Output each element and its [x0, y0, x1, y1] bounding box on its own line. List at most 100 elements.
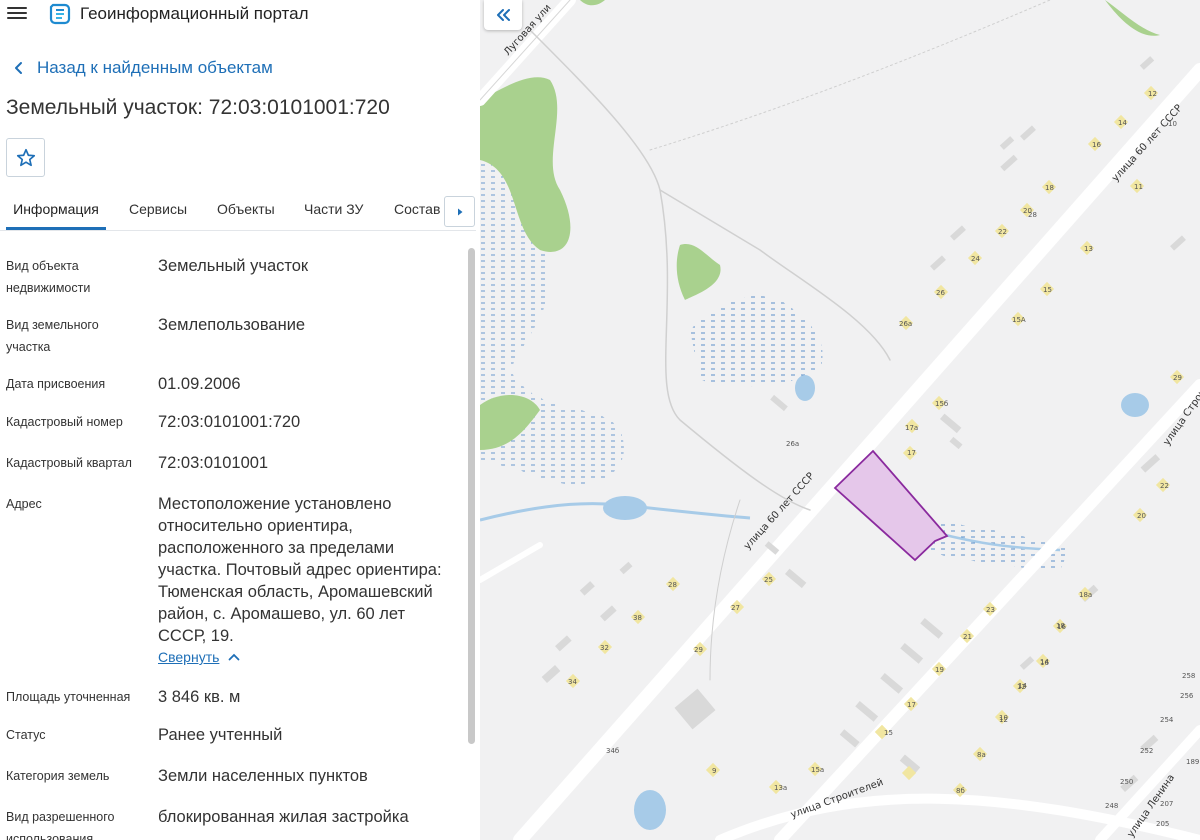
address-value: Местоположение установлено относительно … — [158, 495, 442, 645]
detail-label: Вид земельного участка — [6, 318, 99, 354]
detail-value: 3 846 кв. м — [158, 688, 241, 706]
pond — [795, 375, 815, 401]
detail-label: Вид разрешенного использования — [6, 810, 115, 840]
house-number: 8а — [977, 751, 986, 759]
buildings — [541, 56, 1186, 792]
object-title: Земельный участок: 72:03:0101001:720 — [6, 96, 390, 119]
house-number: 22 — [998, 228, 1007, 236]
house-number: 256 — [1180, 692, 1194, 700]
map-canvas[interactable]: 12 14 16 18 20 22 24 26 26а 28 13 15 15А… — [480, 0, 1200, 840]
house-number: 14 — [1018, 682, 1027, 690]
house-number: 18 — [1056, 622, 1065, 630]
hamburger-menu-icon[interactable] — [7, 5, 28, 21]
house-number: 34 — [568, 678, 577, 686]
house-number: 26а — [899, 320, 912, 328]
house-number: 9 — [712, 767, 716, 775]
detail-value: 72:03:0101001:720 — [158, 413, 301, 431]
house-number: 25 — [764, 576, 773, 584]
house-number: 16 — [1092, 141, 1101, 149]
tab-parts[interactable]: Части ЗУ — [304, 190, 363, 230]
house-number: 24 — [971, 255, 980, 263]
detail-value: Земельный участок — [158, 257, 309, 275]
house-number: 17 — [907, 701, 916, 709]
detail-label: Кадастровый номер — [6, 415, 123, 429]
tab-objects[interactable]: Объекты — [217, 190, 275, 230]
scrollbar-thumb[interactable] — [468, 248, 475, 744]
detail-label: Кадастровый квартал — [6, 456, 132, 470]
house-number: 250 — [1120, 778, 1133, 786]
vegetation-area — [676, 244, 721, 300]
top-bar: Геоинформационный портал — [0, 0, 480, 28]
house-number: 15б — [935, 400, 948, 408]
house-number: 29 — [1173, 374, 1182, 382]
house-number: 34б — [606, 747, 619, 755]
detail-value: Земли населенных пунктов — [158, 767, 368, 785]
chevron-left-icon — [15, 62, 22, 74]
house-number: 22 — [1160, 482, 1169, 490]
tab-information[interactable]: Информация — [6, 190, 106, 230]
house-number: 28 — [668, 581, 677, 589]
house-number: 189 — [1186, 758, 1199, 766]
app-title: Геоинформационный портал — [80, 4, 309, 23]
pond — [1121, 393, 1149, 417]
pond — [634, 790, 666, 830]
detail-label: Категория земель — [6, 769, 110, 783]
detail-label: Вид объекта недвижимости — [6, 259, 91, 295]
house-number: 13а — [774, 784, 787, 792]
house-number: 207 — [1160, 800, 1173, 808]
house-number: 26 — [936, 289, 945, 297]
house-number: 19 — [935, 666, 944, 674]
marsh-area — [690, 296, 823, 387]
favorite-button[interactable] — [6, 138, 45, 177]
house-number: 29 — [694, 646, 703, 654]
house-number: 13 — [1084, 245, 1093, 253]
collapse-panel-button[interactable] — [484, 0, 522, 30]
house-number: 20 — [1137, 512, 1146, 520]
collapse-address-link[interactable]: Свернуть — [158, 649, 240, 665]
house-number: 205 — [1156, 820, 1169, 828]
tab-composition[interactable]: Состав — [394, 190, 440, 230]
map-view[interactable]: 12 14 16 18 20 22 24 26 26а 28 13 15 15А… — [480, 0, 1200, 840]
house-number: 17 — [907, 449, 916, 457]
back-link-label: Назад к найденным объектам — [37, 58, 273, 77]
detail-value: 72:03:0101001 — [158, 454, 269, 472]
house-number: 15А — [1012, 316, 1026, 324]
house-number: 248 — [1105, 802, 1118, 810]
portal-logo-icon — [49, 3, 71, 25]
detail-label: Дата присвоения — [6, 377, 106, 391]
house-number: 21 — [963, 633, 972, 641]
house-number: 18а — [1079, 591, 1092, 599]
pond — [603, 496, 647, 520]
info-panel: Геоинформационный портал Назад к найденн… — [0, 0, 480, 840]
detail-value: 01.09.2006 — [158, 375, 241, 393]
house-number: 17а — [905, 424, 918, 432]
tabs-scroll-right-button[interactable] — [444, 196, 475, 227]
house-number: 252 — [1140, 747, 1153, 755]
tab-bar: Информация Сервисы Объекты Части ЗУ Сост… — [0, 190, 476, 231]
house-number: 15 — [1043, 286, 1052, 294]
house-number: 38 — [633, 614, 642, 622]
detail-label: Адрес — [6, 497, 42, 511]
house-number: 12 — [999, 716, 1008, 724]
house-number: 15а — [811, 766, 824, 774]
house-number-labels: 12 14 16 18 20 22 24 26 26а 28 13 15 15А… — [568, 90, 1199, 828]
detail-label: Статус — [6, 728, 46, 742]
chevron-up-icon — [229, 653, 240, 661]
house-number: 254 — [1160, 716, 1174, 724]
star-icon — [16, 148, 35, 166]
house-number: 11 — [1134, 183, 1143, 191]
house-number: 18 — [1045, 184, 1054, 192]
tab-services[interactable]: Сервисы — [129, 190, 187, 230]
house-number: 32 — [600, 644, 609, 652]
double-chevron-left-icon — [497, 9, 510, 21]
collapse-label: Свернуть — [158, 649, 220, 665]
house-number: 12 — [1148, 90, 1157, 98]
vegetation-area — [1105, 0, 1160, 36]
caret-right-icon — [457, 208, 462, 215]
house-number: 16 — [1040, 659, 1049, 667]
house-number: 28 — [1028, 211, 1037, 219]
house-number: 8б — [956, 787, 965, 795]
house-number: 27 — [731, 604, 740, 612]
house-number: 26а — [786, 440, 799, 448]
back-to-results-link[interactable]: Назад к найденным объектам — [10, 57, 273, 79]
